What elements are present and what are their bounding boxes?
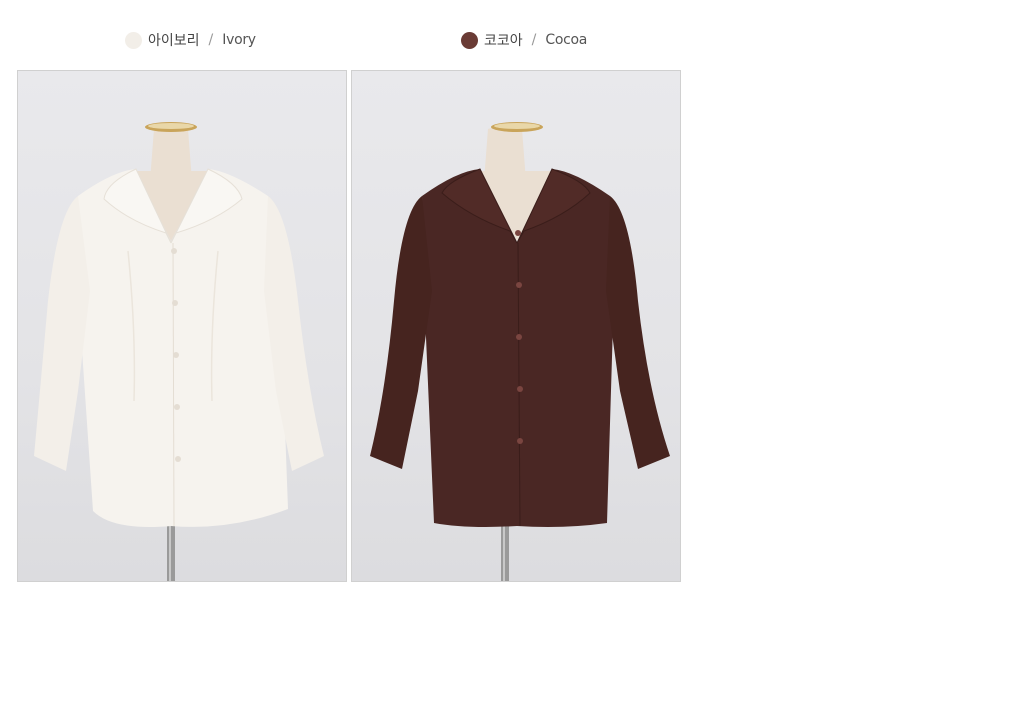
cocoa-color-swatch [461, 31, 478, 49]
color-option-ivory: 아이보리 / Ivory [125, 30, 256, 50]
ivory-blouse-illustration [34, 122, 324, 581]
product-photo-cocoa [351, 70, 681, 582]
color-name-ko: 아이보리 [148, 33, 200, 49]
color-name-en: Ivory [222, 32, 256, 48]
color-name-en: Cocoa [545, 32, 588, 48]
ivory-color-swatch [125, 31, 142, 49]
color-option-cocoa: 코코아 / Cocoa [461, 30, 587, 50]
label-separator: / [208, 32, 214, 48]
color-name-ko: 코코아 [484, 33, 523, 49]
product-photo-ivory [17, 70, 347, 582]
label-separator: / [531, 32, 537, 48]
cocoa-blouse-illustration [370, 122, 670, 581]
